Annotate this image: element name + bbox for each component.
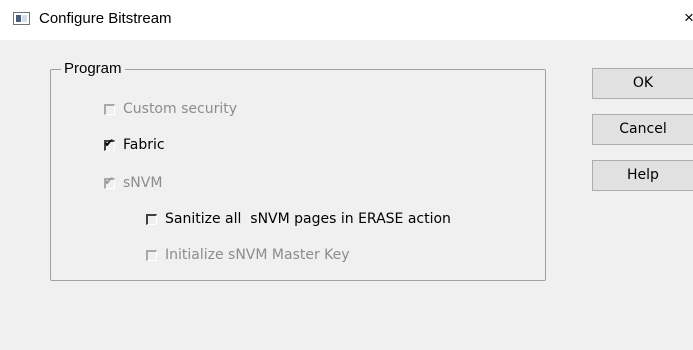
init-master-key-label: Initialize sNVM Master Key (165, 247, 350, 263)
help-button[interactable]: Help (592, 160, 693, 191)
checkmark-icon: ✔ (104, 173, 115, 188)
sanitize-snvm-label: Sanitize all sNVM pages in ERASE action (165, 211, 451, 227)
snvm-checkbox[interactable]: ✔ (104, 173, 115, 189)
close-button[interactable]: × (684, 9, 693, 26)
snvm-option[interactable]: ✔ sNVM (104, 173, 162, 193)
sanitize-snvm-option[interactable]: Sanitize all sNVM pages in ERASE action (146, 209, 451, 229)
custom-security-option[interactable]: Custom security (104, 99, 237, 119)
title-bar: Configure Bitstream × (0, 0, 693, 40)
init-master-key-option[interactable]: Initialize sNVM Master Key (146, 245, 350, 265)
fabric-label: Fabric (123, 137, 165, 153)
cancel-button[interactable]: Cancel (592, 114, 693, 145)
checkmark-icon: ✔ (104, 135, 115, 150)
custom-security-label: Custom security (123, 101, 237, 117)
dialog-title: Configure Bitstream (39, 10, 172, 27)
sanitize-snvm-checkbox[interactable] (146, 213, 157, 225)
fabric-checkbox[interactable]: ✔ (104, 135, 115, 151)
custom-security-checkbox[interactable] (104, 103, 115, 115)
ok-button[interactable]: OK (592, 68, 693, 99)
snvm-label: sNVM (123, 175, 163, 191)
fabric-option[interactable]: ✔ Fabric (104, 135, 165, 155)
init-master-key-checkbox[interactable] (146, 249, 157, 261)
window-icon (13, 12, 30, 25)
program-group-label: Program (61, 59, 125, 78)
